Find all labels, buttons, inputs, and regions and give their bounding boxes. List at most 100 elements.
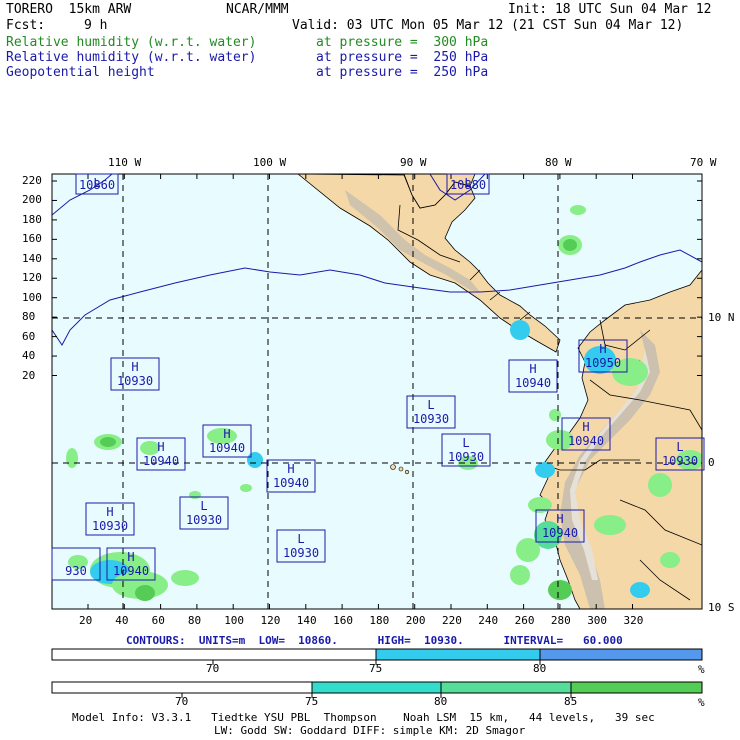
galapagos-island bbox=[404, 469, 410, 475]
galapagos-island bbox=[398, 466, 404, 472]
lon-label: 70 W bbox=[690, 156, 717, 169]
x-tick-label: 240 bbox=[478, 614, 499, 627]
colorbar-segment bbox=[570, 681, 703, 694]
x-tick-label: 60 bbox=[151, 614, 165, 627]
lon-label: 80 W bbox=[545, 156, 572, 169]
colorbar-segment bbox=[440, 681, 572, 694]
center-type-label: L bbox=[297, 532, 304, 546]
y-tick-label: 80 bbox=[22, 310, 36, 324]
x-tick-label: 180 bbox=[369, 614, 390, 627]
center-value-label: 10940 bbox=[542, 526, 578, 540]
field-2-name: Relative humidity (w.r.t. water) bbox=[6, 50, 257, 65]
center-value-label: 10930 bbox=[186, 513, 222, 527]
y-tick-label: 20 bbox=[22, 368, 36, 382]
x-tick-label: 320 bbox=[623, 614, 644, 627]
center-type-label: H bbox=[157, 440, 164, 454]
center-value-label: 10930 bbox=[92, 519, 128, 533]
center-type-label: H bbox=[131, 360, 138, 374]
colorbar-label: 75 bbox=[305, 695, 319, 708]
x-tick-label: 160 bbox=[333, 614, 353, 627]
center-type-label: L bbox=[427, 398, 434, 412]
center-type-label: L bbox=[200, 499, 207, 513]
model-name: TORERO 15km ARW bbox=[6, 2, 132, 17]
center-value-label: 10880 bbox=[450, 178, 486, 192]
x-tick-label: 140 bbox=[296, 614, 317, 627]
colorbar-segment bbox=[51, 648, 377, 661]
colorbar-segment bbox=[311, 681, 442, 694]
field-3-level: at pressure = 250 hPa bbox=[316, 65, 489, 80]
colorbar-label: 70 bbox=[175, 695, 189, 708]
y-tick-label: 60 bbox=[22, 329, 36, 343]
center-type-label: H bbox=[287, 462, 294, 476]
center-value-label: 10930 bbox=[283, 546, 319, 560]
y-tick-label: 180 bbox=[22, 212, 42, 226]
colorbar-label: 80 bbox=[434, 695, 448, 708]
center-value-label: 10940 bbox=[273, 476, 309, 490]
colorbar-segment bbox=[51, 681, 313, 694]
colorbar-label: 85 bbox=[564, 695, 578, 708]
center-value-label: 10940 bbox=[209, 441, 245, 455]
init-time: Init: 18 UTC Sun 04 Mar 12 bbox=[508, 2, 712, 17]
y-tick-label: 160 bbox=[22, 232, 42, 246]
x-tick-label: 20 bbox=[79, 614, 93, 627]
center-type-label: H bbox=[223, 427, 230, 441]
center-type-label: H bbox=[106, 505, 113, 519]
center-type-label: L bbox=[676, 440, 683, 454]
center-value-label: 10860 bbox=[79, 178, 115, 192]
weather-map: H10930H10940H10940H10940H10930H10940H109… bbox=[51, 173, 705, 698]
field-3-name: Geopotential height bbox=[6, 65, 155, 80]
galapagos-island bbox=[390, 464, 396, 470]
colorbar-segment bbox=[539, 648, 703, 661]
y-tick-label: 220 bbox=[22, 174, 42, 187]
center-value-label: 10930 bbox=[413, 412, 449, 426]
colorbar-label: 80 bbox=[533, 662, 547, 675]
center-type-label: L bbox=[462, 436, 469, 450]
x-tick-label: 300 bbox=[587, 614, 608, 627]
center-value-label: 10940 bbox=[515, 376, 551, 390]
y-tick-label: 200 bbox=[22, 193, 42, 207]
lat-label: 10 N bbox=[708, 311, 735, 324]
valid-time: Valid: 03 UTC Mon 05 Mar 12 (21 CST Sun … bbox=[292, 18, 684, 33]
center-value-label: 930 bbox=[65, 564, 87, 578]
fcst-label: Fcst: bbox=[6, 18, 46, 33]
lon-label: 90 W bbox=[400, 156, 427, 169]
y-tick-label: 100 bbox=[22, 290, 42, 304]
colorbar-segment bbox=[375, 648, 541, 661]
center-value-label: 10930 bbox=[448, 450, 484, 464]
center-type-label: H bbox=[127, 550, 134, 564]
contours-info: CONTOURS: UNITS=m LOW= 10860. HIGH= 1093… bbox=[126, 634, 623, 647]
lat-label: 0 bbox=[708, 456, 715, 469]
model-physics: LW: Godd SW: Goddard DIFF: simple KM: 2D… bbox=[214, 724, 526, 737]
center-value-label: 10930 bbox=[662, 454, 698, 468]
x-tick-label: 40 bbox=[115, 614, 129, 627]
center-value-label: 10940 bbox=[143, 454, 179, 468]
org-label: NCAR/MMM bbox=[226, 2, 289, 17]
center-value-label: 10940 bbox=[113, 564, 149, 578]
center-value-label: 10950 bbox=[585, 356, 621, 370]
x-tick-label: 220 bbox=[442, 614, 462, 627]
x-tick-label: 200 bbox=[405, 614, 426, 627]
fcst-value: 9 h bbox=[84, 18, 108, 33]
lon-label: 100 W bbox=[253, 156, 287, 169]
colorbar-label: 75 bbox=[369, 662, 383, 675]
center-value-label: 10940 bbox=[568, 434, 604, 448]
x-tick-label: 80 bbox=[187, 614, 202, 627]
center-type-label: H bbox=[529, 362, 536, 376]
field-1-level: at pressure = 300 hPa bbox=[316, 35, 489, 50]
center-type-label: H bbox=[582, 420, 589, 434]
colorbar-unit: % bbox=[698, 663, 705, 676]
y-tick-label: 40 bbox=[22, 349, 36, 363]
model-info: Model Info: V3.3.1 Tiedtke YSU PBL Thomp… bbox=[72, 711, 655, 724]
colorbar-label: 70 bbox=[206, 662, 220, 675]
colorbar-unit: % bbox=[698, 696, 705, 709]
x-tick-label: 280 bbox=[550, 614, 571, 627]
center-value-label: 10930 bbox=[117, 374, 153, 388]
center-type-label: H bbox=[599, 342, 606, 356]
x-tick-label: 260 bbox=[514, 614, 535, 627]
x-tick-label: 120 bbox=[260, 614, 281, 627]
x-tick-label: 100 bbox=[224, 614, 245, 627]
field-2-level: at pressure = 250 hPa bbox=[316, 50, 489, 65]
lon-label: 110 W bbox=[108, 156, 142, 169]
field-1-name: Relative humidity (w.r.t. water) bbox=[6, 35, 257, 50]
center-type-label: H bbox=[556, 512, 563, 526]
